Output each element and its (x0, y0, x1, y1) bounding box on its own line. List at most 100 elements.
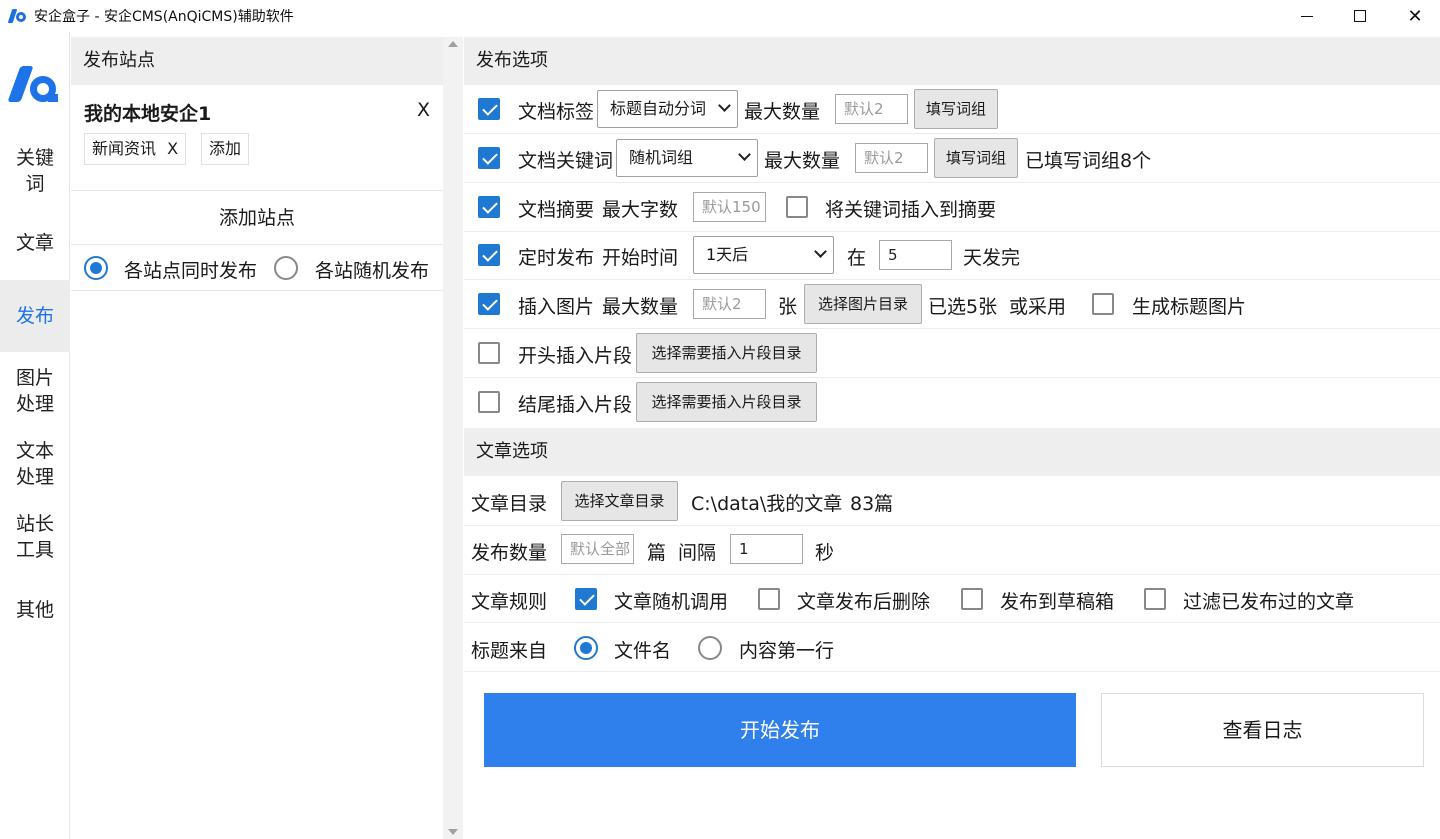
minimize-button[interactable] (1279, 0, 1335, 32)
doc-summary-max-input[interactable]: 默认150 (693, 192, 766, 222)
scroll-down-icon[interactable] (448, 829, 458, 835)
nav-item-image-processing[interactable]: 图片 处理 (0, 365, 70, 417)
title-bar: 安企盒子 - 安企CMS(AnQiCMS)辅助软件 ✕ (0, 0, 1440, 32)
remove-category-button[interactable]: X (167, 139, 178, 158)
row-divider (464, 328, 1440, 329)
publish-simultaneous-radio[interactable] (84, 256, 108, 280)
nav-label-line: 站长 (15, 513, 54, 535)
insert-keywords-summary-label: 将关键词插入到摘要 (825, 199, 997, 221)
row-divider (464, 574, 1440, 575)
divider (71, 190, 443, 191)
interval-unit: 秒 (815, 542, 835, 564)
generate-title-image-checkbox[interactable] (1092, 293, 1114, 315)
publish-simultaneous-label[interactable]: 各站点同时发布 (124, 256, 257, 283)
generate-title-image-label: 生成标题图片 (1132, 296, 1247, 318)
title-from-filename-label[interactable]: 文件名 (614, 636, 671, 663)
publish-random-radio[interactable] (274, 256, 298, 280)
nav-label-line: 文章 (15, 232, 54, 254)
row-divider (464, 231, 1440, 232)
insert-images-checkbox[interactable] (478, 293, 500, 315)
or-label: 或采用 (1009, 296, 1067, 318)
interval-label: 间隔 (678, 542, 717, 564)
days-suffix: 天发完 (963, 247, 1021, 269)
category-tag: 新闻资讯 X (84, 133, 187, 165)
head-snippet-label: 开头插入片段 (518, 345, 633, 367)
doc-keywords-checkbox[interactable] (478, 147, 500, 169)
images-unit: 张 (778, 296, 798, 318)
scroll-up-icon[interactable] (448, 41, 458, 47)
nav-label-line: 处理 (15, 466, 54, 488)
select-image-dir-button[interactable]: 选择图片目录 (804, 284, 922, 324)
publish-count-input[interactable]: 默认全部 (561, 534, 634, 564)
doc-keywords-select[interactable]: 随机词组 (616, 139, 758, 177)
head-snippet-checkbox[interactable] (478, 342, 500, 364)
publish-sites-panel: 发布站点 我的本地安企1 X 新闻资讯 X 添加 添加站点 各站点同时发布 各站… (71, 37, 443, 839)
maximize-button[interactable] (1332, 0, 1388, 32)
select-tail-snippet-button[interactable]: 选择需要插入片段目录 (636, 382, 817, 422)
doc-tags-checkbox[interactable] (478, 98, 500, 120)
doc-keywords-max-label: 最大数量 (764, 150, 841, 172)
add-category-button[interactable]: 添加 (201, 133, 250, 165)
doc-summary-max-label: 最大字数 (602, 199, 679, 221)
start-time-select-value: 1天后 (706, 245, 749, 264)
nav-item-keywords[interactable]: 关键 词 (0, 145, 70, 197)
rule-delete-after-label: 文章发布后删除 (797, 591, 931, 613)
publish-options-main: 发布选项 文档标签 标题自动分词 最大数量 默认2 填写词组 文档关键词 随机词… (464, 37, 1440, 839)
start-publish-button[interactable]: 开始发布 (484, 693, 1076, 767)
rule-draft-checkbox[interactable] (961, 588, 983, 610)
doc-tags-select-value: 标题自动分词 (610, 99, 707, 118)
doc-keywords-fill-button[interactable]: 填写词组 (934, 138, 1018, 178)
doc-tags-max-input[interactable]: 默认2 (835, 94, 908, 124)
nav-label-line: 发布 (15, 305, 54, 327)
chevron-down-icon (814, 245, 827, 258)
nav-label-line: 关键 (15, 147, 54, 169)
row-divider (464, 622, 1440, 623)
doc-summary-label: 文档摘要 (518, 199, 595, 221)
nav-label-line: 其他 (15, 599, 54, 621)
row-divider (464, 377, 1440, 378)
view-log-button[interactable]: 查看日志 (1101, 693, 1424, 767)
rule-filter-published-checkbox[interactable] (1144, 588, 1166, 610)
insert-keywords-summary-checkbox[interactable] (786, 196, 808, 218)
images-status: 已选5张 (928, 296, 998, 318)
nav-item-other[interactable]: 其他 (0, 597, 70, 623)
nav-item-publish[interactable]: 发布 (0, 280, 70, 352)
doc-tags-fill-button[interactable]: 填写词组 (914, 89, 998, 129)
title-from-first-line-label[interactable]: 内容第一行 (739, 636, 834, 663)
publish-random-label[interactable]: 各站随机发布 (315, 256, 429, 283)
title-from-first-line-radio[interactable] (698, 636, 722, 660)
nav-label-line: 词 (25, 173, 45, 195)
rule-delete-after-checkbox[interactable] (758, 588, 780, 610)
tail-snippet-checkbox[interactable] (478, 391, 500, 413)
interval-input[interactable]: 1 (730, 534, 803, 564)
close-window-button[interactable]: ✕ (1387, 0, 1440, 32)
row-divider (464, 182, 1440, 183)
rule-random-label: 文章随机调用 (614, 591, 729, 613)
select-article-dir-button[interactable]: 选择文章目录 (561, 481, 678, 521)
chevron-down-icon (738, 148, 751, 161)
add-site-button[interactable]: 添加站点 (71, 203, 443, 230)
sites-scrollbar[interactable] (443, 37, 463, 839)
nav-item-text-processing[interactable]: 文本 处理 (0, 438, 70, 490)
title-from-filename-radio[interactable] (574, 636, 598, 660)
tail-snippet-label: 结尾插入片段 (518, 394, 633, 416)
nav-label-line: 文本 (15, 440, 54, 462)
rule-filter-published-label: 过滤已发布过的文章 (1183, 591, 1355, 613)
days-input[interactable]: 5 (879, 240, 952, 270)
row-divider (464, 133, 1440, 134)
nav-item-articles[interactable]: 文章 (0, 230, 70, 256)
remove-site-button[interactable]: X (417, 99, 430, 121)
nav-label-line: 图片 (15, 367, 54, 389)
row-divider (464, 525, 1440, 526)
select-head-snippet-button[interactable]: 选择需要插入片段目录 (636, 333, 817, 373)
doc-tags-select[interactable]: 标题自动分词 (597, 90, 738, 128)
rule-random-checkbox[interactable] (575, 588, 597, 610)
doc-summary-checkbox[interactable] (478, 196, 500, 218)
doc-keywords-label: 文档关键词 (518, 150, 614, 172)
nav-item-webmaster-tools[interactable]: 站长 工具 (0, 511, 70, 563)
doc-keywords-max-input[interactable]: 默认2 (855, 143, 928, 173)
images-max-input[interactable]: 默认2 (693, 289, 766, 319)
publish-count-label: 发布数量 (471, 542, 548, 564)
scheduled-publish-checkbox[interactable] (478, 244, 500, 266)
start-time-select[interactable]: 1天后 (693, 236, 834, 274)
